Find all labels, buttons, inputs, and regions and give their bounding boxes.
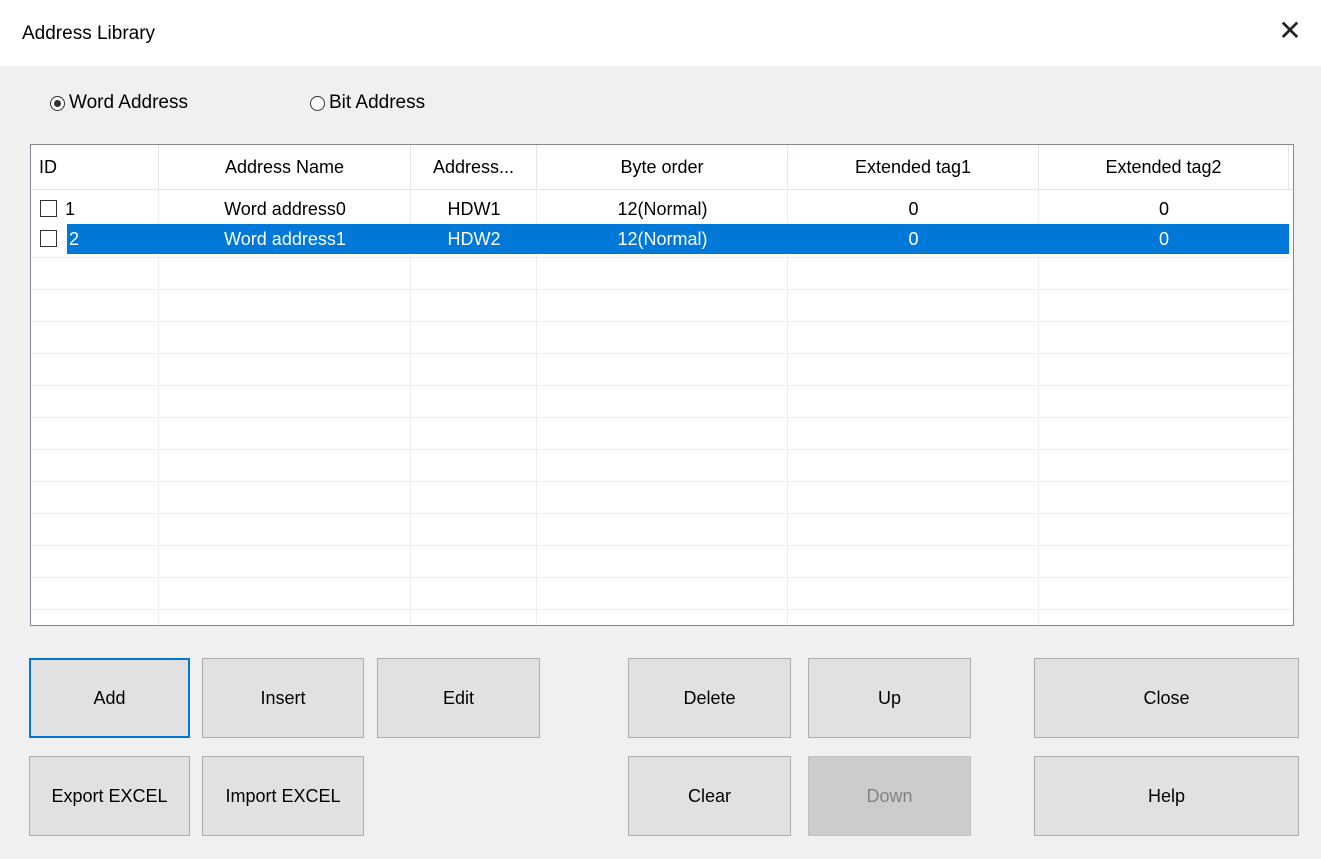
- column-header-address-name[interactable]: Address Name: [159, 145, 411, 189]
- window-title: Address Library: [22, 23, 156, 44]
- clear-button[interactable]: Clear: [628, 756, 791, 836]
- word-address-radio[interactable]: Word Address: [50, 90, 188, 116]
- row-extended-tag1: 0: [908, 199, 919, 219]
- row-checkbox[interactable]: [40, 200, 57, 217]
- grid-line: [31, 257, 1293, 258]
- column-header-address[interactable]: Address...: [411, 145, 537, 189]
- down-button: Down: [808, 756, 971, 836]
- column-header-extended-tag2[interactable]: Extended tag2: [1039, 145, 1289, 189]
- column-header-extended-tag1[interactable]: Extended tag1: [788, 145, 1039, 189]
- row-address-name: Word address1: [224, 229, 346, 249]
- grid-line: [31, 609, 1293, 610]
- row-address-name: Word address0: [224, 199, 346, 219]
- address-table[interactable]: ID Address Name Address... Byte order Ex…: [30, 144, 1294, 626]
- grid-line: [410, 189, 411, 625]
- row-checkbox[interactable]: [40, 230, 57, 247]
- grid-line: [31, 513, 1293, 514]
- grid-line: [31, 353, 1293, 354]
- grid-line: [31, 545, 1293, 546]
- row-extended-tag1: 0: [908, 229, 919, 249]
- up-button[interactable]: Up: [808, 658, 971, 738]
- edit-button[interactable]: Edit: [377, 658, 540, 738]
- table-header: ID Address Name Address... Byte order Ex…: [31, 145, 1293, 190]
- grid-line: [31, 417, 1293, 418]
- grid-line: [158, 189, 159, 625]
- add-button[interactable]: Add: [29, 658, 190, 738]
- row-byte-order: 12(Normal): [617, 199, 708, 219]
- word-address-label: Word Address: [69, 92, 188, 113]
- column-header-id[interactable]: ID: [31, 145, 159, 189]
- grid-line: [31, 449, 1293, 450]
- title-bar: Address Library ✕: [0, 0, 1321, 67]
- grid-line: [536, 189, 537, 625]
- delete-button[interactable]: Delete: [628, 658, 791, 738]
- row-address: HDW1: [447, 199, 501, 219]
- table-row[interactable]: 1 Word address0 HDW1 12(Normal) 0 0: [31, 194, 1289, 224]
- close-button[interactable]: Close: [1034, 658, 1299, 738]
- grid-line: [31, 321, 1293, 322]
- radio-unselected-icon: [310, 95, 325, 111]
- column-header-byte-order[interactable]: Byte order: [537, 145, 788, 189]
- row-extended-tag2: 0: [1158, 229, 1169, 249]
- row-byte-order: 12(Normal): [617, 229, 708, 249]
- grid-line: [1038, 189, 1039, 625]
- row-id: 1: [65, 199, 76, 219]
- bit-address-label: Bit Address: [329, 92, 426, 113]
- grid-line: [31, 577, 1293, 578]
- close-icon[interactable]: ✕: [1275, 16, 1305, 46]
- grid-line: [31, 481, 1293, 482]
- table-row-selected[interactable]: 2 Word address1 HDW2 12(Normal) 0 0: [31, 224, 1289, 254]
- row-id: 2: [69, 229, 80, 249]
- help-button[interactable]: Help: [1034, 756, 1299, 836]
- grid-line: [787, 189, 788, 625]
- insert-button[interactable]: Insert: [202, 658, 364, 738]
- row-extended-tag2: 0: [1158, 199, 1169, 219]
- export-excel-button[interactable]: Export EXCEL: [29, 756, 190, 836]
- radio-selected-icon: [50, 95, 65, 111]
- grid-line: [31, 289, 1293, 290]
- bit-address-radio[interactable]: Bit Address: [310, 90, 425, 116]
- grid-line: [31, 385, 1293, 386]
- row-address: HDW2: [447, 229, 501, 249]
- import-excel-button[interactable]: Import EXCEL: [202, 756, 364, 836]
